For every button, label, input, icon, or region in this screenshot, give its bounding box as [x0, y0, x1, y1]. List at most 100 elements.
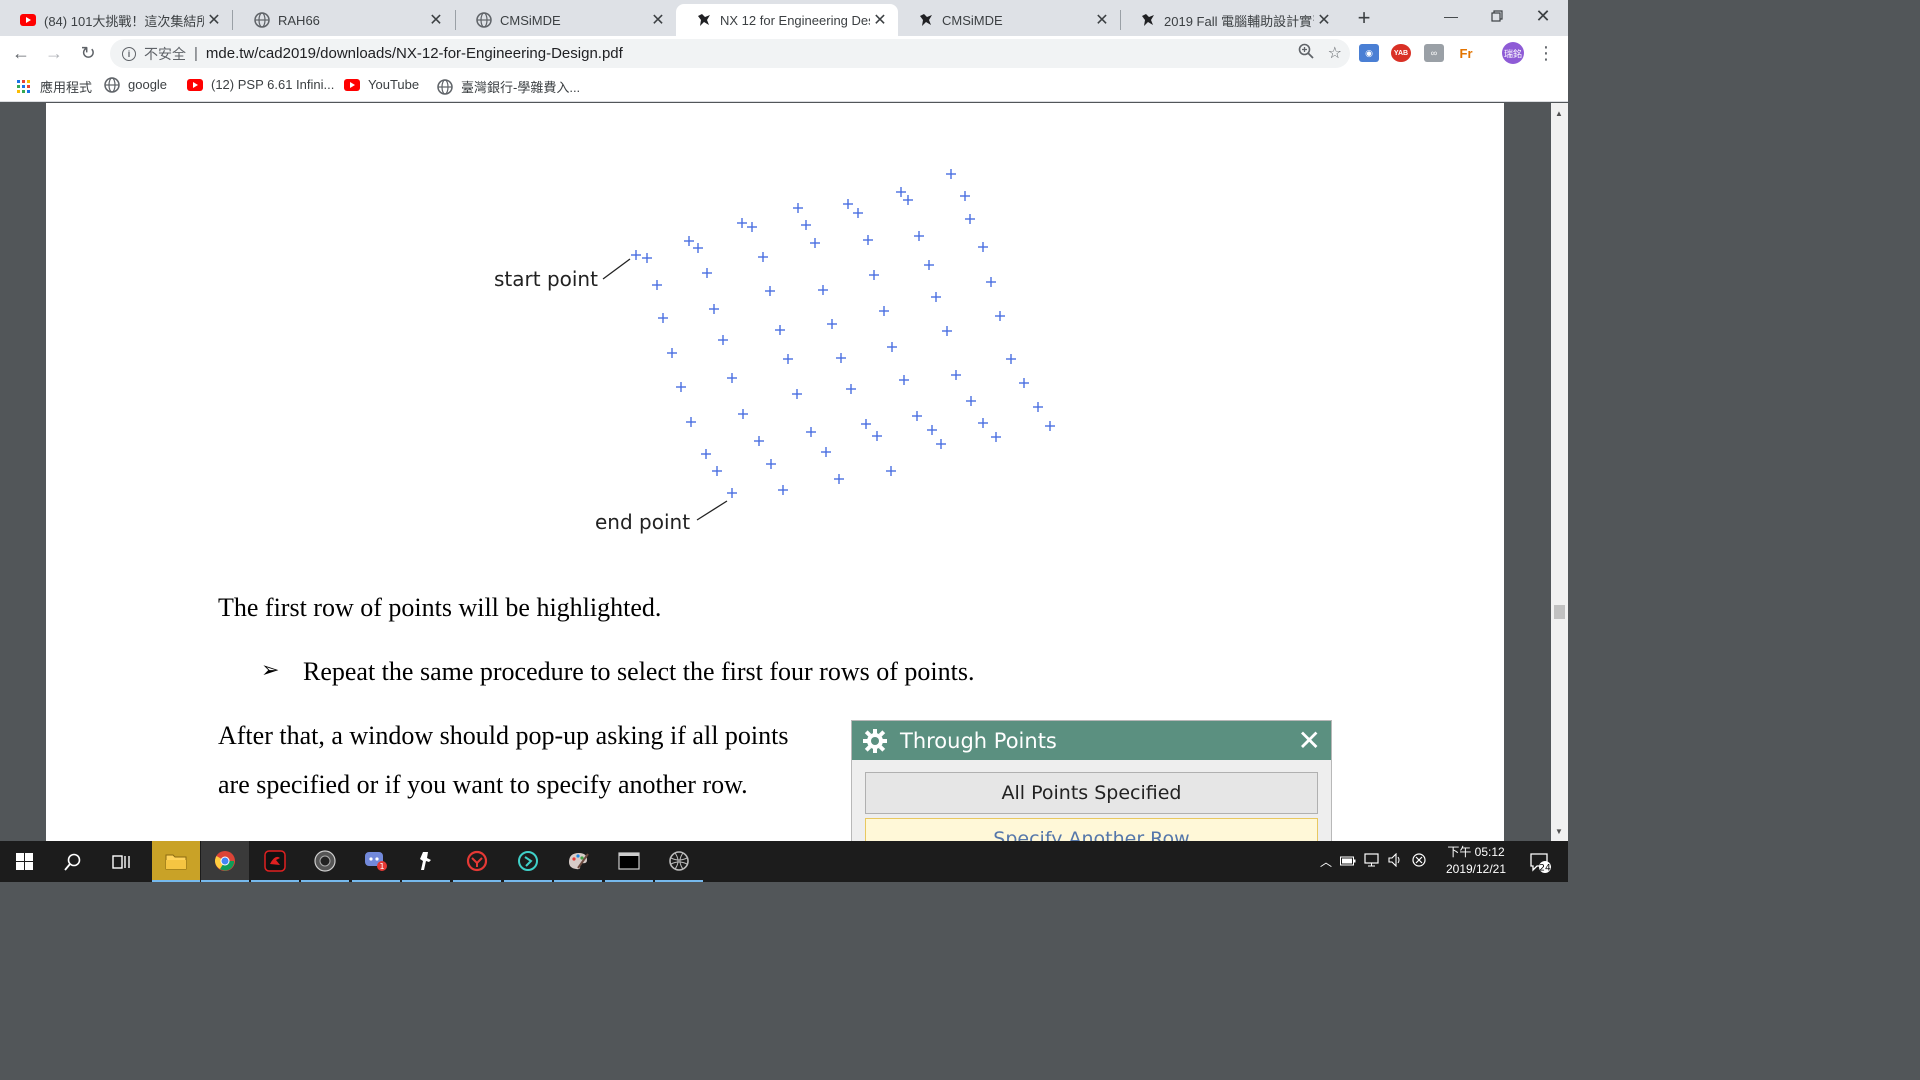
pdf-viewer[interactable]: start point end point The first row of p…	[0, 103, 1568, 841]
youtube-icon	[187, 78, 203, 92]
close-tab-icon[interactable]: ✕	[1092, 10, 1112, 30]
task-view-icon[interactable]	[98, 841, 146, 882]
globe-icon	[476, 12, 492, 28]
restore-icon[interactable]	[1474, 0, 1520, 32]
yab-extension-icon[interactable]: YAB	[1391, 44, 1411, 62]
point-marker	[778, 485, 788, 495]
url-text[interactable]: mde.tw/cad2019/downloads/NX-12-for-Engin…	[206, 45, 623, 62]
point-marker	[738, 409, 748, 419]
paragraph-popup-line1: After that, a window should pop-up askin…	[218, 721, 789, 750]
scroll-down-arrow-icon[interactable]: ▼	[1555, 827, 1563, 836]
taskbar-clock[interactable]: 下午 05:12 2019/12/21	[1438, 844, 1514, 878]
tab-label: NX 12 for Engineering Desi	[720, 12, 870, 28]
tab-label: RAH66	[278, 12, 320, 28]
point-marker	[727, 488, 737, 498]
point-marker	[951, 370, 961, 380]
point-marker	[642, 253, 652, 263]
point-marker	[827, 319, 837, 329]
point-marker	[924, 260, 934, 270]
close-tab-icon[interactable]: ✕	[1314, 10, 1334, 30]
dialog-title: Through Points	[900, 728, 1057, 753]
action-center-icon[interactable]: 24	[1524, 841, 1556, 882]
scrollbar-thumb[interactable]	[1554, 605, 1565, 619]
point-marker	[658, 313, 668, 323]
tab-youtube[interactable]: (84) 101大挑戰！這次集結所 ✕	[0, 4, 232, 36]
bookmark-label: 應用程式	[40, 80, 93, 95]
close-tab-icon[interactable]: ✕	[870, 10, 890, 30]
point-marker	[899, 375, 909, 385]
point-marker	[960, 191, 970, 201]
camera-extension-icon[interactable]: ◉	[1359, 44, 1379, 62]
chrome-icon[interactable]	[201, 841, 249, 882]
menu-kebab-icon[interactable]: ⋮	[1535, 42, 1557, 64]
terminal-icon[interactable]	[605, 841, 653, 882]
infinity-extension-icon[interactable]: ∞	[1424, 44, 1444, 62]
bookmark-star-icon[interactable]: ☆	[1328, 43, 1342, 64]
counter-strike-icon[interactable]	[402, 841, 450, 882]
address-bar[interactable]: i 不安全 | mde.tw/cad2019/downloads/NX-12-f…	[110, 39, 1350, 68]
point-marker	[1006, 354, 1016, 364]
search-icon[interactable]	[49, 841, 97, 882]
new-tab-plus-icon[interactable]: +	[1352, 6, 1376, 30]
nox-icon[interactable]	[453, 841, 501, 882]
bookmark-youtube[interactable]: YouTube	[344, 77, 419, 92]
globe-icon	[254, 12, 270, 28]
bookmark-google[interactable]: google	[104, 76, 167, 93]
bird-icon	[918, 12, 934, 28]
back-arrow-icon[interactable]: ←	[10, 42, 32, 64]
point-marker	[775, 325, 785, 335]
all-points-specified-button[interactable]: All Points Specified	[865, 772, 1318, 814]
network-icon[interactable]	[1364, 853, 1380, 870]
bullet-repeat-procedure: Repeat the same procedure to select the …	[303, 657, 975, 686]
profile-avatar[interactable]: 瑞銘	[1502, 42, 1524, 64]
reload-icon[interactable]: ↻	[77, 42, 99, 64]
close-window-icon[interactable]: ✕	[1520, 0, 1566, 32]
close-tab-icon[interactable]: ✕	[648, 10, 668, 30]
notification-blocked-icon[interactable]	[1412, 853, 1426, 870]
point-marker	[818, 285, 828, 295]
specify-another-row-button[interactable]: Specify Another Row	[865, 818, 1318, 841]
tab-label: (84) 101大挑戰！這次集結所	[44, 13, 204, 29]
point-marker	[801, 220, 811, 230]
bookmark-bank[interactable]: 臺灣銀行-學雜費入...	[437, 77, 580, 96]
point-marker	[861, 419, 871, 429]
tab-cmsimde-2[interactable]: CMSiMDE ✕	[898, 4, 1120, 36]
omnibox-actions: ☆	[1298, 43, 1342, 64]
bird-icon	[696, 12, 712, 28]
tab-divider	[232, 10, 233, 30]
bookmark-psp[interactable]: (12) PSP 6.61 Infini...	[187, 77, 334, 92]
windows-start-icon[interactable]	[0, 841, 48, 882]
tab-nx12-active[interactable]: NX 12 for Engineering Desi ✕	[676, 4, 898, 36]
discord-icon[interactable]: 1	[352, 841, 400, 882]
point-marker	[872, 431, 882, 441]
point-marker	[978, 418, 988, 428]
info-icon[interactable]: i	[122, 46, 136, 61]
bookmark-apps[interactable]: 應用程式	[16, 77, 92, 96]
vertical-scrollbar[interactable]: ▲ ▼	[1551, 103, 1568, 841]
clock-date: 2019/12/21	[1445, 862, 1507, 876]
tab-rah66[interactable]: RAH66 ✕	[234, 4, 454, 36]
point-marker	[737, 218, 747, 228]
game-app-icon[interactable]	[301, 841, 349, 882]
chevron-up-icon[interactable]: ︿	[1320, 853, 1332, 870]
close-tab-icon[interactable]: ✕	[426, 10, 446, 30]
messenger-app-icon[interactable]	[504, 841, 552, 882]
forward-arrow-icon[interactable]: →	[43, 42, 65, 64]
dialog-close-icon[interactable]: ✕	[1298, 727, 1321, 755]
battery-icon[interactable]	[1340, 855, 1356, 869]
tab-cmsimde-1[interactable]: CMSiMDE ✕	[456, 4, 676, 36]
zoom-icon[interactable]	[1298, 43, 1314, 64]
file-explorer-icon[interactable]	[152, 841, 200, 882]
minimize-icon[interactable]: —	[1428, 0, 1474, 32]
paint-palette-icon[interactable]	[554, 841, 602, 882]
close-tab-icon[interactable]: ✕	[204, 10, 224, 30]
garena-icon[interactable]	[251, 841, 299, 882]
point-cloud-figure	[602, 169, 1055, 521]
globe-app-icon[interactable]	[655, 841, 703, 882]
translate-extension-icon[interactable]: Fr	[1456, 44, 1476, 62]
tab-2019-fall[interactable]: 2019 Fall 電腦輔助設計實習 ✕	[1120, 4, 1342, 36]
scroll-up-arrow-icon[interactable]: ▲	[1555, 109, 1563, 118]
point-marker	[836, 353, 846, 363]
point-marker	[886, 466, 896, 476]
volume-icon[interactable]	[1388, 852, 1404, 870]
